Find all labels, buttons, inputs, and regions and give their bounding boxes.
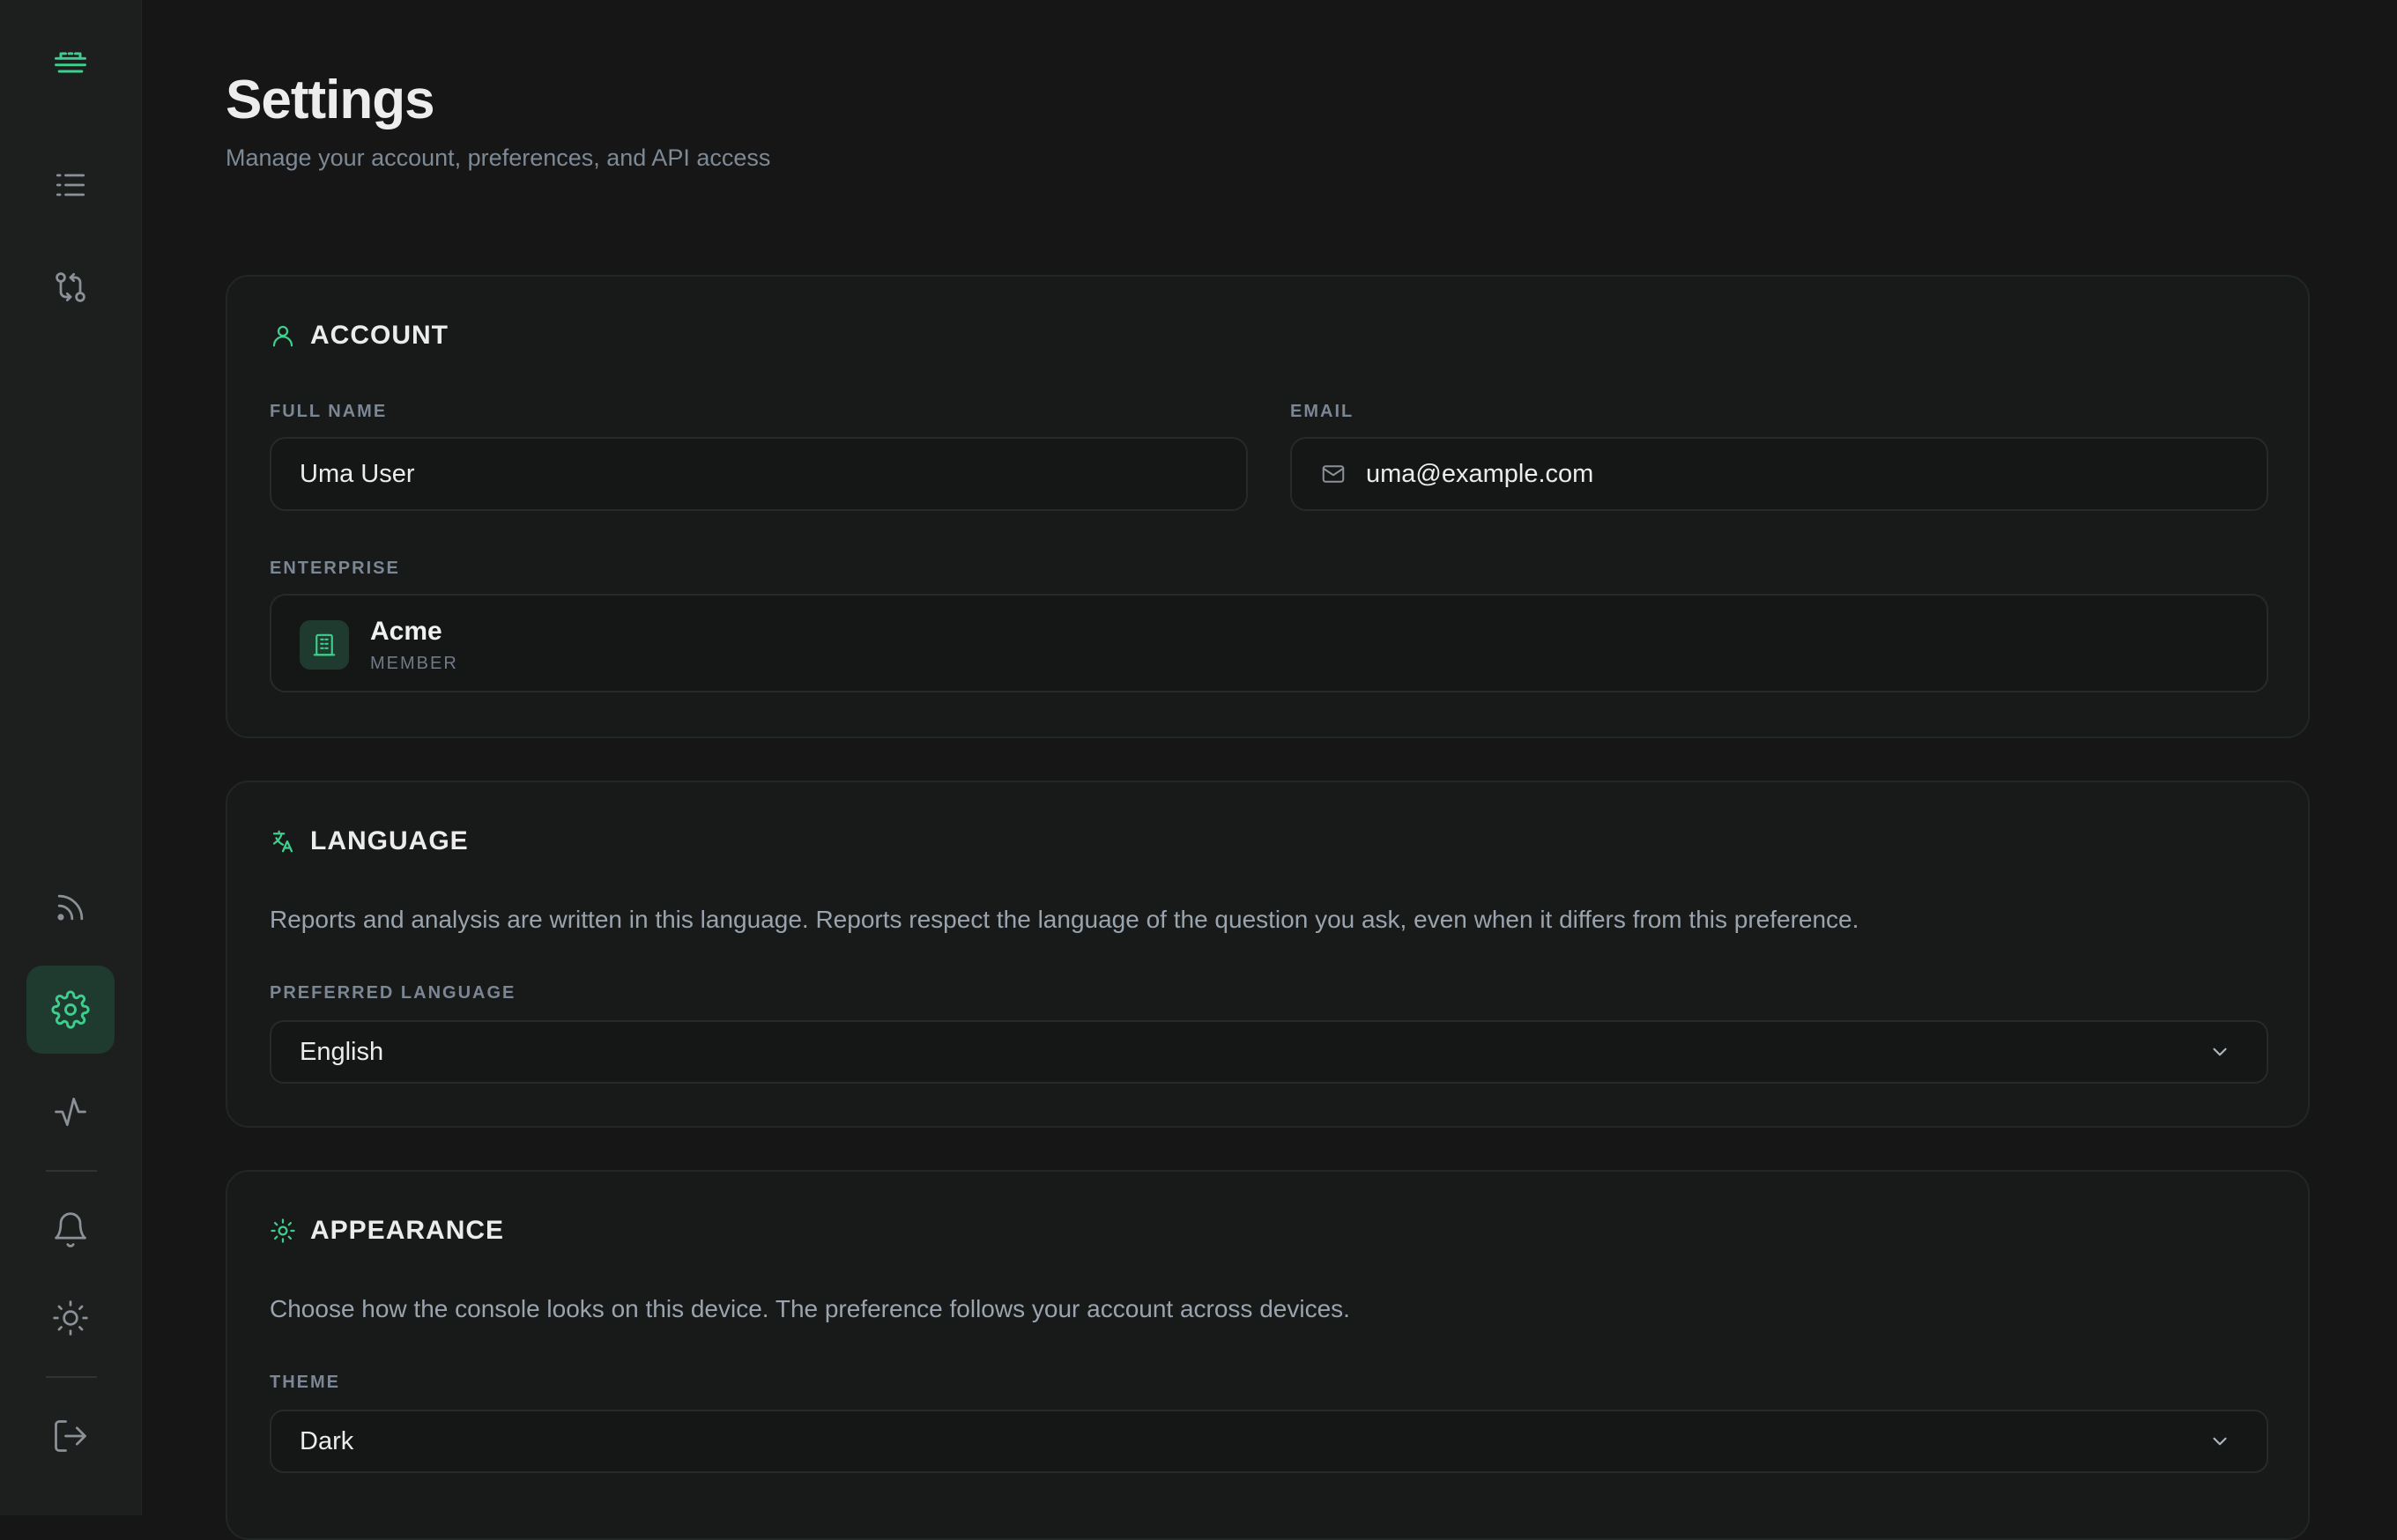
email-label: EMAIL bbox=[1290, 402, 1354, 421]
enterprise-name: Acme bbox=[370, 617, 442, 646]
sidebar-divider bbox=[46, 1170, 97, 1172]
account-card-title: ACCOUNT bbox=[310, 321, 449, 350]
rss-feed-icon bbox=[57, 894, 84, 921]
sun-icon bbox=[271, 1218, 295, 1243]
theme-label: THEME bbox=[270, 1373, 340, 1392]
chevron-down-icon bbox=[2213, 1437, 2227, 1446]
enterprise-label: ENTERPRISE bbox=[270, 559, 400, 578]
logo-button[interactable] bbox=[26, 18, 115, 106]
activity-pulse-icon bbox=[55, 1097, 86, 1127]
settings-gear-icon bbox=[51, 990, 90, 1029]
full-name-value: Uma User bbox=[300, 459, 415, 488]
logout-icon bbox=[55, 1420, 86, 1452]
page-subtitle: Manage your account, preferences, and AP… bbox=[226, 144, 771, 171]
sidebar bbox=[0, 0, 142, 1515]
git-compare-icon bbox=[56, 272, 85, 302]
email-value: uma@example.com bbox=[1366, 459, 1594, 488]
nav-feed-button[interactable] bbox=[26, 863, 115, 951]
preferred-language-label: PREFERRED LANGUAGE bbox=[270, 983, 516, 1003]
translate-icon bbox=[272, 830, 293, 853]
bell-icon bbox=[55, 1212, 86, 1248]
user-icon bbox=[272, 325, 293, 347]
main-content: Settings Manage your account, preference… bbox=[142, 0, 2397, 1540]
language-description: Reports and analysis are written in this… bbox=[270, 906, 1859, 933]
page-title: Settings bbox=[226, 70, 435, 130]
preferred-language-select[interactable]: English bbox=[270, 1020, 2268, 1084]
enterprise-panel: Acme MEMBER bbox=[270, 594, 2268, 692]
full-name-label: FULL NAME bbox=[270, 402, 388, 421]
email-field[interactable]: uma@example.com bbox=[1290, 437, 2268, 511]
language-card-title: LANGUAGE bbox=[310, 826, 469, 855]
appearance-card-header: APPEARANCE bbox=[270, 1216, 504, 1246]
sidebar-divider bbox=[46, 1376, 97, 1378]
nav-logout-button[interactable] bbox=[26, 1392, 115, 1480]
nav-theme-toggle-button[interactable] bbox=[26, 1274, 115, 1362]
account-card-header: ACCOUNT bbox=[270, 321, 449, 351]
language-card: LANGUAGE Reports and analysis are writte… bbox=[226, 781, 2310, 1128]
nav-activity-button[interactable] bbox=[26, 1068, 115, 1156]
nav-list-button[interactable] bbox=[26, 141, 115, 229]
full-name-input[interactable]: Uma User bbox=[270, 437, 1248, 511]
appearance-card-title: APPEARANCE bbox=[310, 1216, 505, 1245]
theme-select[interactable]: Dark bbox=[270, 1410, 2268, 1473]
enterprise-role: MEMBER bbox=[370, 654, 458, 673]
mail-icon bbox=[1322, 465, 1345, 483]
appearance-card: APPEARANCE Choose how the console looks … bbox=[226, 1170, 2310, 1540]
nav-settings-button[interactable] bbox=[26, 966, 115, 1054]
chevron-down-icon bbox=[2213, 1048, 2227, 1056]
account-card: ACCOUNT FULL NAME Uma User EMAIL uma@exa… bbox=[226, 275, 2310, 738]
nav-notifications-button[interactable] bbox=[26, 1186, 115, 1274]
list-icon bbox=[56, 174, 85, 196]
preferred-language-value: English bbox=[300, 1037, 384, 1066]
theme-value: Dark bbox=[300, 1426, 354, 1455]
appearance-description: Choose how the console looks on this dev… bbox=[270, 1295, 1350, 1322]
building-icon bbox=[313, 633, 336, 656]
enterprise-badge bbox=[300, 620, 349, 670]
nav-compare-button[interactable] bbox=[26, 243, 115, 331]
logo-icon bbox=[55, 52, 86, 73]
sun-icon bbox=[53, 1300, 88, 1336]
language-card-header: LANGUAGE bbox=[270, 826, 469, 856]
